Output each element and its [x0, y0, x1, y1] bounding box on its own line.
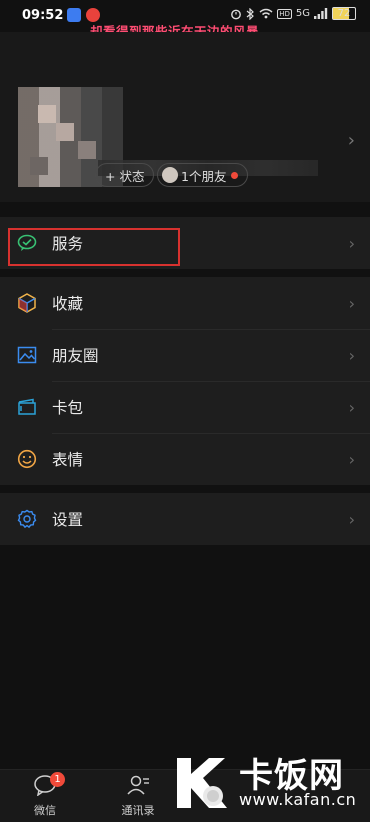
contacts-icon	[127, 775, 149, 795]
favorites-label: 收藏	[52, 295, 84, 313]
menu-group-settings: 设置 ›	[0, 493, 370, 545]
chevron-right-icon: ›	[348, 233, 355, 253]
card-wallet-icon	[16, 396, 38, 418]
battery-indicator: 72	[332, 7, 356, 20]
menu-group-main: 收藏 › 朋友圈 › 卡包 › 表情 ›	[0, 277, 370, 485]
avatar-mosaic-block	[38, 105, 56, 123]
tab-chats[interactable]: 1 微信	[8, 772, 82, 818]
avatar-mosaic-block	[78, 141, 96, 159]
unread-dot	[231, 171, 239, 179]
chevron-right-icon: ›	[348, 397, 355, 417]
cards-label: 卡包	[52, 399, 84, 417]
menu-item-moments[interactable]: 朋友圈 ›	[0, 329, 370, 381]
menu-item-cards[interactable]: 卡包 ›	[0, 381, 370, 433]
wifi-icon	[259, 8, 273, 19]
friend-avatar-icon	[162, 167, 178, 183]
chevron-right-icon: ›	[348, 345, 355, 365]
kafan-watermark: 卡饭网 www.kafan.cn	[169, 752, 364, 814]
annotation-highlight-box	[8, 228, 180, 266]
unread-badge: 1	[50, 772, 65, 787]
settings-label: 设置	[52, 511, 84, 529]
battery-level-text: 72	[337, 8, 351, 19]
app-notification-icon	[67, 8, 81, 22]
status-bar: 09:52 却看得到那些近在天边的风暴 HD 5G 72	[0, 0, 370, 39]
favorites-cube-icon	[16, 292, 38, 314]
menu-item-favorites[interactable]: 收藏 ›	[0, 277, 370, 329]
moments-label: 朋友圈	[52, 347, 99, 365]
watermark-url: www.kafan.cn	[239, 790, 357, 809]
chevron-right-icon: ›	[348, 293, 355, 313]
tab-contacts-label: 通讯录	[121, 804, 155, 817]
chevron-right-icon[interactable]: ›	[348, 130, 355, 151]
alarm-icon	[231, 9, 242, 19]
friends-status-label: 1个朋友	[181, 168, 227, 184]
avatar-mosaic-block	[30, 157, 48, 175]
avatar-mosaic-block	[56, 123, 74, 141]
smiley-face-icon	[16, 448, 38, 470]
friends-status-button[interactable]: 1个朋友	[157, 163, 249, 187]
clock: 09:52	[22, 8, 64, 23]
menu-item-settings[interactable]: 设置 ›	[0, 493, 370, 545]
tab-chats-label: 微信	[34, 804, 56, 817]
hd-label: HD	[277, 8, 292, 19]
weibo-notification-icon	[86, 8, 100, 22]
bluetooth-icon	[246, 7, 255, 20]
kafan-logo-icon	[177, 758, 227, 808]
chevron-right-icon: ›	[348, 509, 355, 529]
chevron-right-icon: ›	[348, 449, 355, 469]
moments-image-icon	[16, 344, 38, 366]
system-icons: HD 5G 72	[230, 7, 356, 20]
add-status-button[interactable]: + 状态	[95, 163, 155, 187]
menu-item-stickers[interactable]: 表情 ›	[0, 433, 370, 485]
signal-label: 5G	[295, 8, 310, 19]
signal-strength-icon	[314, 8, 328, 19]
gear-icon	[16, 508, 38, 530]
tab-contacts[interactable]: 通讯录	[101, 774, 175, 818]
stickers-label: 表情	[52, 451, 84, 469]
